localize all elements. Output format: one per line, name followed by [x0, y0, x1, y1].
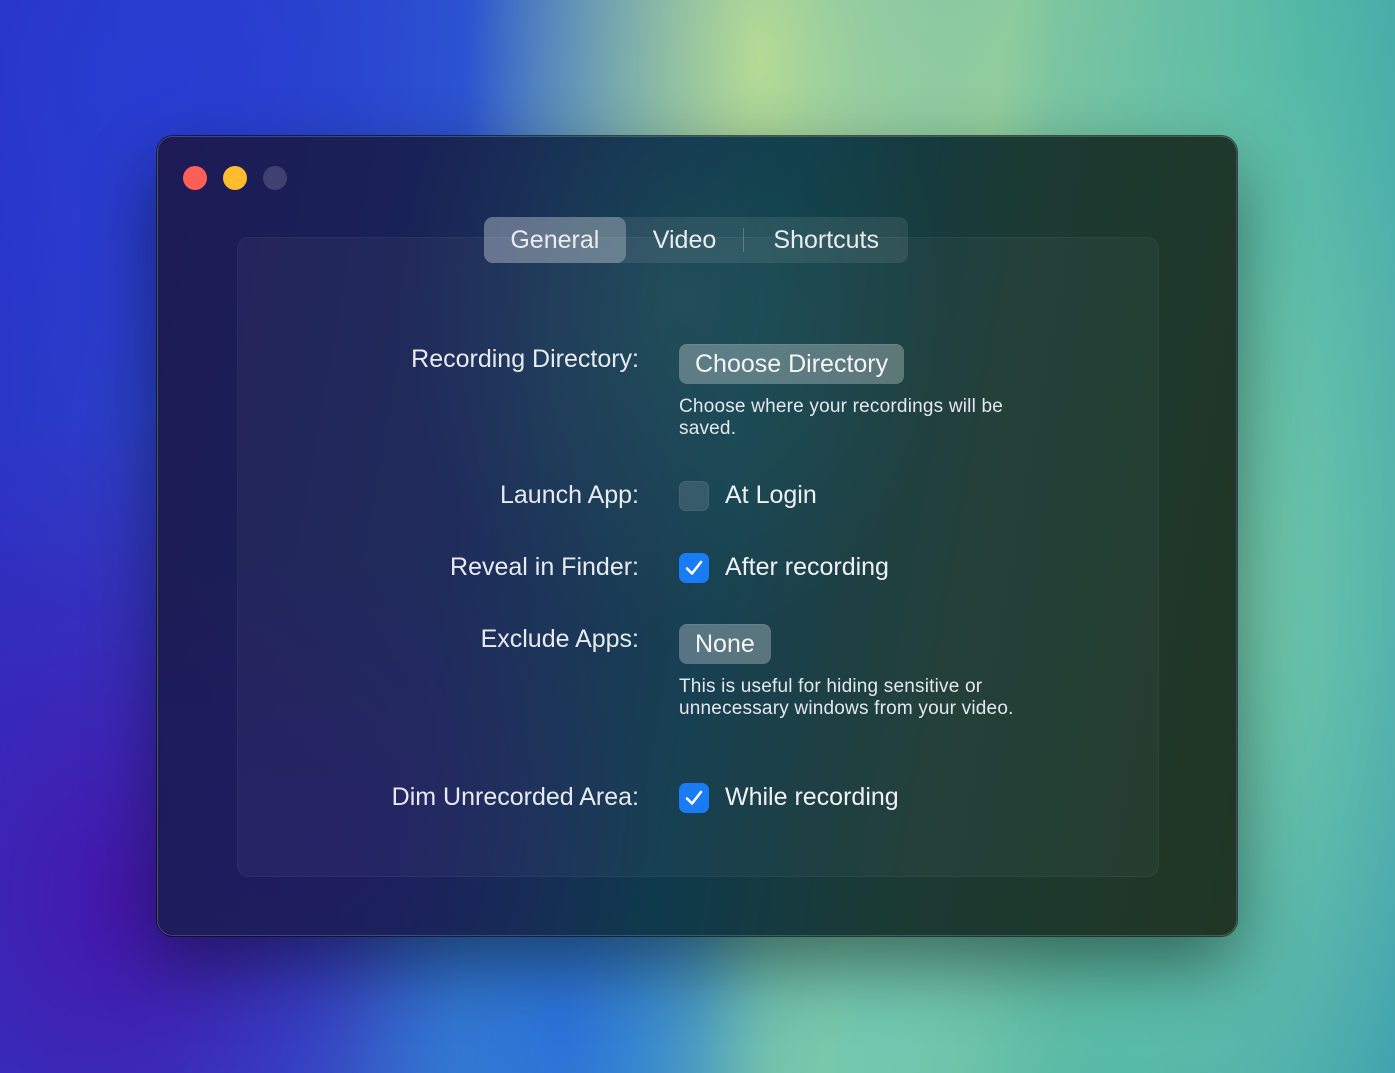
- tab-bar: General Video Shortcuts: [484, 217, 908, 263]
- exclude-apps-button[interactable]: None: [679, 624, 771, 664]
- reveal-after-recording-checkbox[interactable]: [679, 553, 709, 583]
- tab-general[interactable]: General: [484, 217, 626, 263]
- close-window-button[interactable]: [183, 166, 207, 190]
- exclude-apps-help: This is useful for hiding sensitive or u…: [679, 676, 1014, 719]
- exclude-apps-label: Exclude Apps:: [480, 625, 639, 653]
- reveal-after-recording-label: After recording: [725, 553, 889, 581]
- choose-directory-button[interactable]: Choose Directory: [679, 344, 905, 384]
- tab-video[interactable]: Video: [626, 217, 744, 263]
- dim-while-recording-checkbox[interactable]: [679, 783, 709, 813]
- launch-at-login-label: At Login: [725, 481, 817, 509]
- launch-at-login-checkbox[interactable]: [679, 481, 709, 511]
- checkmark-icon: [685, 790, 703, 805]
- settings-window: General Video Shortcuts Recording Direct…: [157, 136, 1237, 936]
- dim-unrecorded-area-label: Dim Unrecorded Area:: [391, 783, 639, 811]
- recording-directory-label: Recording Directory:: [411, 345, 639, 373]
- launch-app-label: Launch App:: [499, 481, 639, 509]
- recording-directory-help: Choose where your recordings will be sav…: [679, 396, 1004, 439]
- reveal-in-finder-label: Reveal in Finder:: [450, 553, 639, 581]
- zoom-window-button: [263, 166, 287, 190]
- minimize-window-button[interactable]: [223, 166, 247, 190]
- checkmark-icon: [685, 560, 703, 575]
- tab-shortcuts[interactable]: Shortcuts: [744, 217, 908, 263]
- dim-while-recording-label: While recording: [725, 783, 899, 811]
